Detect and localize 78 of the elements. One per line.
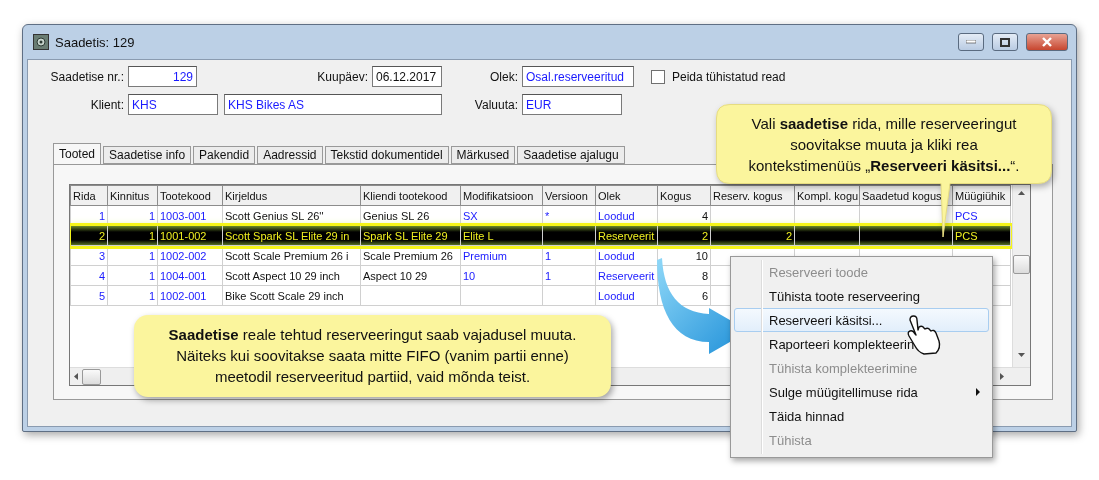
table-cell: 2 — [657, 225, 711, 246]
tab[interactable]: Saadetise info — [103, 146, 192, 164]
tab[interactable]: Pakendid — [193, 146, 256, 164]
date-field[interactable]: 06.12.2017 — [372, 66, 442, 87]
column-header[interactable]: Kinnitus — [107, 185, 158, 206]
field-label: Klient: — [89, 97, 125, 112]
shipment-number-field[interactable]: 129 — [128, 66, 197, 87]
client-code-field[interactable]: KHS — [128, 94, 218, 115]
scroll-thumb[interactable] — [82, 368, 101, 385]
column-header[interactable]: Tootekood — [157, 185, 223, 206]
table-cell: Bike Scott Scale 29 inch — [222, 285, 361, 306]
table-cell: 1 — [107, 225, 158, 246]
scroll-up-icon[interactable] — [1018, 191, 1025, 195]
table-cell: Reserveerit — [595, 225, 658, 246]
app-icon — [33, 34, 49, 50]
checkbox[interactable] — [651, 69, 665, 84]
table-cell: 4 — [70, 265, 108, 286]
column-header[interactable]: Rida — [70, 185, 108, 206]
menu-item[interactable]: Raporteeri komplekteerin — [734, 332, 989, 356]
scroll-thumb[interactable] — [1013, 255, 1030, 274]
table-cell: 2 — [70, 225, 108, 246]
column-header[interactable]: Versioon — [542, 185, 596, 206]
column-header[interactable]: Modifikatsioon — [460, 185, 543, 206]
field-label: Olek: — [489, 69, 519, 84]
table-cell: 1 — [107, 285, 158, 306]
field-label: Kuupäev: — [316, 69, 369, 84]
close-button[interactable] — [1026, 33, 1068, 51]
table-cell: 10 — [460, 265, 543, 286]
menu-item[interactable]: Tühista toote reserveering — [734, 284, 989, 308]
table-cell: 1002-001 — [157, 285, 223, 306]
tab[interactable]: Märkused — [450, 146, 516, 164]
column-header[interactable]: Kogus — [657, 185, 711, 206]
window-title: Saadetis: 129 — [55, 34, 136, 50]
column-header[interactable]: Olek — [595, 185, 658, 206]
minimize-button[interactable] — [958, 33, 984, 51]
vertical-scrollbar[interactable] — [1012, 185, 1030, 367]
callout-text: Saadetise reale tehtud reserveeringut saab vajadusel muuta. Näiteks kui soovitakse saata mitte FIFO (vanim partii enne) meetodil reserveeritud partiid, vaid mõnda teist. — [134, 315, 611, 397]
table-cell: Loodud — [595, 285, 658, 306]
menu-item[interactable]: Reserveeri käsitsi... — [734, 308, 989, 332]
column-header[interactable]: Kliendi tootekood — [360, 185, 461, 206]
table-cell: Elite L — [460, 225, 543, 246]
tab[interactable]: Tekstid dokumentidel — [324, 146, 449, 164]
scroll-down-icon[interactable] — [1018, 353, 1025, 357]
callout-text: Vali saadetise rida, mille reserveeringut soovitakse muuta ja kliki rea kontekstimenüüs „Reserveeri käsitsi...“. — [747, 113, 1021, 176]
table-cell: Scott Spark SL Elite 29 in — [222, 225, 361, 246]
field-label: Saadetise nr.: — [49, 69, 125, 84]
column-header[interactable]: Reserv. kogus — [710, 185, 795, 206]
status-field[interactable]: Osal.reserveeritud — [522, 66, 634, 87]
close-icon — [1041, 37, 1053, 47]
table-cell: 1 — [542, 265, 596, 286]
menu-item[interactable]: Täida hinnad — [734, 404, 989, 428]
currency-field[interactable]: EUR — [522, 94, 622, 115]
checkbox-label: Peida tühistatud read — [672, 69, 786, 84]
table-cell: Spark SL Elite 29 — [360, 225, 461, 246]
scroll-left-icon[interactable] — [74, 373, 78, 380]
table-cell: PCS — [952, 225, 1011, 246]
table-cell: 1 — [107, 265, 158, 286]
column-header[interactable]: Müügiühik — [952, 185, 1011, 206]
tab[interactable]: Saadetise ajalugu — [517, 146, 625, 164]
table-cell: 1004-001 — [157, 265, 223, 286]
submenu-arrow-icon — [976, 388, 980, 396]
table-cell: 5 — [70, 285, 108, 306]
maximize-icon — [1000, 37, 1010, 47]
menu-item[interactable]: Sulge müügitellimuse rida — [734, 380, 989, 404]
table-cell: Scott Aspect 10 29 inch — [222, 265, 361, 286]
client-name-field[interactable]: KHS Bikes AS — [224, 94, 442, 115]
column-header[interactable]: Kompl. kogu — [794, 185, 860, 206]
minimize-icon — [966, 40, 976, 44]
table-cell: Aspect 10 29 — [360, 265, 461, 286]
tab[interactable]: Aadressid — [257, 146, 323, 164]
field-label: Valuuta: — [473, 97, 519, 112]
column-header[interactable]: Kirjeldus — [222, 185, 361, 206]
scroll-right-icon[interactable] — [1000, 373, 1004, 380]
table-cell: 2 — [710, 225, 795, 246]
table-row[interactable]: 2 1 1001-002 Scott Spark SL Elite 29 in Spark SL Elite 29 Elite L Reserveerit 2 2 PCS — [70, 225, 1011, 246]
table-cell: 1001-002 — [157, 225, 223, 246]
tab[interactable]: Tooted — [53, 143, 102, 164]
maximize-button[interactable] — [992, 33, 1018, 51]
